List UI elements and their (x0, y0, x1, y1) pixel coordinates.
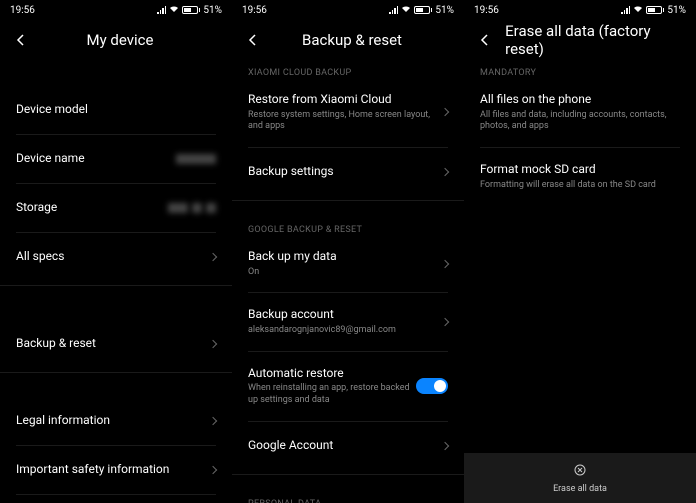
item-all-files: All files on the phone All files and dat… (464, 82, 696, 143)
chevron-right-icon (209, 417, 217, 425)
item-device-model[interactable]: Device model (0, 90, 232, 130)
item-device-name[interactable]: Device name (0, 139, 232, 179)
section-google: GOOGLE BACKUP & RESET (232, 209, 464, 239)
status-time: 19:56 (474, 5, 499, 16)
item-sub: On (248, 267, 442, 279)
status-icons: 51% (157, 5, 222, 16)
redacted-value (206, 203, 216, 213)
item-sub: Restore system settings, Home screen lay… (248, 110, 442, 133)
item-label: Automatic restore (248, 366, 416, 382)
screen-my-device: 19:56 51% My device Device model Device … (0, 0, 232, 503)
status-time: 19:56 (242, 5, 267, 16)
item-label: Backup & reset (16, 336, 210, 352)
status-bar: 19:56 51% (232, 0, 464, 20)
item-label: Back up my data (248, 249, 442, 265)
chevron-right-icon (441, 259, 449, 267)
wifi-icon (169, 5, 179, 16)
status-bar: 19:56 51% (464, 0, 696, 20)
item-label: Storage (16, 200, 168, 216)
header: Erase all data (factory reset) (464, 20, 696, 60)
chevron-right-icon (209, 253, 217, 261)
item-google-account[interactable]: Google Account (232, 426, 464, 466)
page-title: My device (38, 31, 202, 49)
item-label: Backup settings (248, 164, 442, 180)
item-certification[interactable]: Certification (0, 499, 232, 503)
item-safety[interactable]: Important safety information (0, 450, 232, 490)
item-label: Format mock SD card (480, 162, 680, 178)
item-backup-settings[interactable]: Backup settings (232, 152, 464, 192)
item-legal[interactable]: Legal information (0, 401, 232, 441)
item-backup-reset[interactable]: Backup & reset (0, 324, 232, 364)
status-time: 19:56 (10, 5, 35, 16)
signal-icon (621, 6, 630, 14)
item-label: Important safety information (16, 462, 210, 478)
item-sub: When reinstalling an app, restore backed… (248, 383, 416, 406)
battery-icon (414, 6, 432, 14)
header: My device (0, 20, 232, 60)
section-personal: PERSONAL DATA (232, 483, 464, 503)
erase-all-button[interactable]: Erase all data (464, 453, 696, 503)
item-label: Backup account (248, 307, 442, 323)
erase-icon (573, 462, 587, 481)
item-label: All specs (16, 249, 210, 265)
item-label: All files on the phone (480, 92, 680, 108)
toggle-auto-restore[interactable] (416, 378, 448, 394)
redacted-value (176, 154, 216, 164)
item-all-specs[interactable]: All specs (0, 237, 232, 277)
chevron-right-icon (441, 168, 449, 176)
chevron-right-icon (441, 441, 449, 449)
chevron-right-icon (441, 318, 449, 326)
item-label: Device name (16, 151, 176, 167)
item-sub: Formatting will erase all data on the SD… (480, 180, 680, 192)
battery-percent: 51% (667, 5, 686, 16)
signal-icon (157, 6, 166, 14)
button-label: Erase all data (553, 484, 607, 494)
item-backup-account[interactable]: Backup account aleksandarognjanovic89@gm… (232, 297, 464, 346)
chevron-right-icon (209, 340, 217, 348)
section-mandatory: MANDATORY (464, 60, 696, 82)
page-title: Backup & reset (270, 31, 434, 49)
chevron-right-icon (209, 466, 217, 474)
back-icon[interactable] (476, 31, 493, 49)
redacted-value (168, 203, 188, 213)
screen-backup-reset: 19:56 51% Backup & reset XIAOMI CLOUD BA… (232, 0, 464, 503)
chevron-right-icon (441, 108, 449, 116)
battery-percent: 51% (203, 5, 222, 16)
battery-percent: 51% (435, 5, 454, 16)
item-label: Device model (16, 102, 216, 118)
item-label: Google Account (248, 438, 442, 454)
item-automatic-restore[interactable]: Automatic restore When reinstalling an a… (232, 356, 464, 417)
screen-erase-all: 19:56 51% Erase all data (factory reset)… (464, 0, 696, 503)
wifi-icon (401, 5, 411, 16)
item-sub: All files and data, including accounts, … (480, 110, 680, 133)
back-icon[interactable] (12, 31, 30, 49)
redacted-value (192, 203, 202, 213)
signal-icon (389, 6, 398, 14)
item-format-sd: Format mock SD card Formatting will eras… (464, 152, 696, 201)
item-backup-my-data[interactable]: Back up my data On (232, 239, 464, 288)
item-sub: aleksandarognjanovic89@gmail.com (248, 325, 442, 337)
item-label: Legal information (16, 413, 210, 429)
status-icons: 51% (621, 5, 686, 16)
status-icons: 51% (389, 5, 454, 16)
item-label: Restore from Xiaomi Cloud (248, 92, 442, 108)
status-bar: 19:56 51% (0, 0, 232, 20)
battery-icon (646, 6, 664, 14)
item-storage[interactable]: Storage (0, 188, 232, 228)
back-icon[interactable] (244, 31, 262, 49)
wifi-icon (633, 5, 643, 16)
section-xiaomi: XIAOMI CLOUD BACKUP (232, 60, 464, 82)
item-restore-xiaomi[interactable]: Restore from Xiaomi Cloud Restore system… (232, 82, 464, 143)
page-title: Erase all data (factory reset) (505, 22, 684, 58)
battery-icon (182, 6, 200, 14)
header: Backup & reset (232, 20, 464, 60)
